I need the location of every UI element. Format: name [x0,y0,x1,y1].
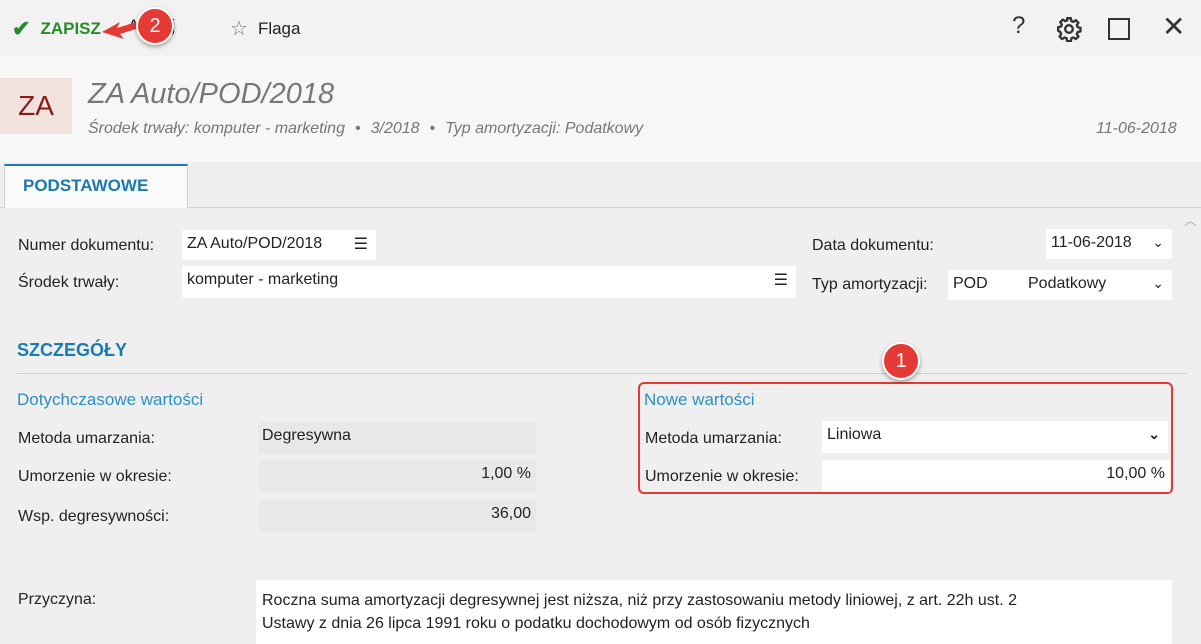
reason-textarea[interactable]: Roczna suma amortyzacji degresywnej jest… [256,580,1172,644]
chevron-down-icon[interactable]: ⌄ [1148,426,1160,443]
star-icon: ☆ [230,18,248,40]
maximize-icon[interactable] [1108,18,1130,40]
section-title-details: SZCZEGÓŁY [17,340,128,360]
subtitle-period: 3/2018 [370,120,420,137]
doc-number-label: Numer dokumentu: [18,237,155,254]
tab-podstawowe[interactable]: PODSTAWOWE [4,164,188,208]
subtitle-type: Typ amortyzacji: Podatkowy [445,120,644,137]
doc-date-label: Data dokumentu: [812,237,934,254]
asset-field[interactable]: komputer - marketing ☰ [182,266,796,298]
old-method-label: Metoda umarzania: [18,430,155,447]
degr-label: Wsp. degresywności: [18,508,170,525]
reason-line-2: Ustawy z dnia 26 lipca 1991 roku o podat… [262,615,810,632]
doc-number-field[interactable]: ZA Auto/POD/2018 ☰ [182,230,376,260]
asset-label: Środek trwały: [18,274,120,291]
new-rate-value: 10,00 % [1106,465,1165,482]
subtitle-asset: Środek trwały: komputer - marketing [88,120,345,137]
new-rate-input[interactable]: 10,00 % [822,460,1170,492]
old-method-field: Degresywna [258,422,536,454]
reason-label: Przyczyna: [18,591,97,608]
toolbar: ✔ ZAPISZ Anuluj ☆ Flaga ? ✕ [0,0,1201,56]
doc-date-value: 11-06-2018 [1051,234,1132,251]
asset-value: komputer - marketing [187,271,339,288]
new-values-heading: Nowe wartości [644,390,755,409]
doc-date-picker[interactable]: 11-06-2018 ⌄ [1046,229,1172,259]
tab-bar: PODSTAWOWE [0,162,1201,208]
callout-badge-2: 2 [136,7,174,45]
save-label: ZAPISZ [40,19,101,38]
old-rate-label: Umorzenie w okresie: [18,468,172,485]
amort-type-code: POD [953,275,988,292]
gear-icon[interactable] [1056,16,1082,42]
amort-type-label: Typ amortyzacji: [812,276,928,293]
old-rate-value: 1,00 % [481,465,531,482]
chevron-down-icon[interactable]: ⌄ [1152,275,1164,292]
old-rate-field: 1,00 % [258,460,536,492]
reason-line-1: Roczna suma amortyzacji degresywnej jest… [262,592,1017,609]
amort-type-select[interactable]: POD Podatkowy ⌄ [948,270,1172,300]
header-date: 11-06-2018 [1096,120,1177,137]
check-icon: ✔ [12,16,31,41]
document-header: ZA ZA Auto/POD/2018 Środek trwały: kompu… [0,56,1201,162]
chevron-down-icon[interactable]: ⌄ [1152,234,1164,251]
avatar: ZA [0,78,72,134]
new-rate-label: Umorzenie w okresie: [645,468,799,485]
section-divider [17,373,1187,374]
amort-type-name: Podatkowy [1028,275,1107,292]
menu-icon[interactable]: ☰ [354,234,368,254]
doc-number-value: ZA Auto/POD/2018 [187,235,323,252]
page-title: ZA Auto/POD/2018 [88,78,335,110]
scroll-up-icon[interactable]: ︿ [1184,210,1197,229]
save-button[interactable]: ✔ ZAPISZ [12,16,101,42]
degr-value: 36,00 [490,505,531,522]
old-values-heading: Dotychczasowe wartości [17,390,204,409]
help-icon[interactable]: ? [1012,12,1025,40]
callout-badge-1: 1 [882,342,920,380]
old-method-value: Degresywna [262,427,351,444]
document-subtitle: Środek trwały: komputer - marketing • 3/20… [88,120,644,137]
new-method-select[interactable]: Liniowa ⌄ [822,421,1168,453]
degr-field: 36,00 [258,500,536,532]
menu-icon[interactable]: ☰ [774,270,788,290]
new-method-value: Liniowa [827,426,882,443]
flag-label: Flaga [257,18,301,38]
close-icon[interactable]: ✕ [1162,10,1185,43]
flag-button[interactable]: ☆ Flaga [230,16,300,41]
new-method-label: Metoda umarzania: [645,430,782,447]
